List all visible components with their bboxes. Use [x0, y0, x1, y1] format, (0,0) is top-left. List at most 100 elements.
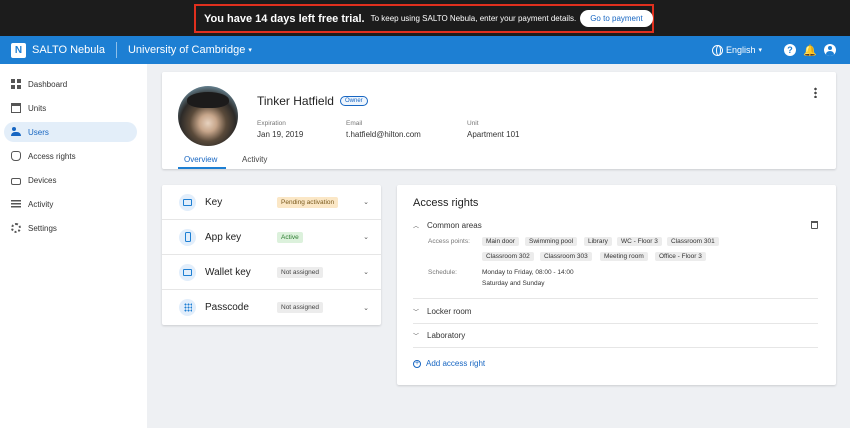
passcode-label: Passcode [205, 302, 249, 313]
access-point-chip: Swimming pool [525, 237, 578, 246]
wallet-icon [179, 263, 196, 281]
tab-overview[interactable]: Overview [184, 155, 217, 164]
key-row[interactable]: Key Pending activation ⌄ [162, 185, 381, 220]
section-laboratory[interactable]: ﹀ Laboratory [413, 331, 465, 340]
dashboard-icon [11, 79, 21, 89]
organization-selector[interactable]: University of Cambridge ▾ [128, 44, 252, 56]
plus-icon: + [413, 359, 421, 368]
device-icon [11, 177, 21, 185]
access-point-chip: Meeting room [600, 252, 648, 261]
brand-name: SALTO Nebula [32, 44, 105, 56]
expiration-value: Jan 19, 2019 [257, 130, 304, 139]
section-label: Common areas [427, 221, 482, 230]
active-tab-indicator [178, 167, 226, 169]
schedule-value: Monday to Friday, 08:00 - 14:00 [482, 269, 574, 276]
sidebar-item-units[interactable]: Units [4, 98, 137, 118]
add-access-right-button[interactable]: + Add access right [413, 359, 485, 368]
tab-activity[interactable]: Activity [242, 155, 267, 164]
status-badge: Not assigned [277, 266, 323, 278]
trash-icon[interactable] [811, 221, 818, 229]
access-point-chip: Main door [482, 237, 519, 246]
divider [413, 347, 818, 348]
trial-highlight-box: You have 14 days left free trial. To kee… [194, 4, 654, 33]
role-badge: Owner [340, 96, 368, 106]
trial-headline: You have 14 days left free trial. [204, 12, 365, 25]
email-value: t.hatfield@hilton.com [346, 130, 421, 139]
card-icon [179, 193, 196, 211]
access-rights-title: Access rights [413, 197, 479, 209]
sidebar-item-label: Access rights [28, 151, 76, 161]
sidebar-item-label: Users [28, 127, 49, 137]
avatar [178, 86, 238, 146]
status-badge: Active [277, 231, 303, 243]
key-label: Key [205, 196, 223, 208]
language-selector[interactable]: English ▾ [711, 44, 762, 56]
help-icon[interactable]: ? [784, 44, 796, 56]
sidebar-item-label: Dashboard [28, 79, 68, 89]
phone-icon [179, 228, 196, 246]
unit-label: Unit [467, 120, 479, 127]
users-icon [11, 127, 21, 137]
sidebar-item-activity[interactable]: Activity [4, 194, 137, 214]
keys-card: Key Pending activation ⌄ App key Active … [162, 185, 381, 325]
section-label: Locker room [427, 307, 472, 316]
status-badge: Not assigned [277, 302, 323, 313]
access-point-chip: WC - Floor 3 [617, 237, 662, 246]
list-icon [11, 199, 21, 209]
divider [413, 298, 818, 299]
unit-value: Apartment 101 [467, 130, 520, 139]
access-points-label: Access points: [428, 238, 470, 245]
schedule-label: Schedule: [428, 269, 457, 276]
chevron-down-icon[interactable]: ⌄ [363, 233, 369, 241]
building-icon [11, 103, 21, 113]
app-bar-divider [115, 42, 117, 58]
app-key-label: App key [205, 231, 242, 243]
trial-message: To keep using SALTO Nebula, enter your p… [370, 14, 577, 23]
bell-icon[interactable]: 🔔 [803, 44, 817, 57]
wallet-key-label: Wallet key [205, 266, 251, 278]
schedule-value: Saturday and Sunday [482, 280, 545, 287]
sidebar-item-devices[interactable]: Devices [4, 170, 137, 190]
section-locker-room[interactable]: ﹀ Locker room [413, 307, 471, 316]
chevron-down-icon[interactable]: ⌄ [363, 304, 369, 312]
sidebar-item-label: Settings [28, 223, 57, 233]
email-label: Email [346, 120, 363, 127]
chevron-down-icon[interactable]: ⌄ [363, 268, 369, 276]
access-point-chip: Classroom 303 [540, 252, 592, 261]
keypad-icon [179, 299, 196, 316]
sidebar-item-label: Devices [28, 175, 57, 185]
sidebar-item-access-rights[interactable]: Access rights [4, 146, 137, 166]
sidebar-item-settings[interactable]: Settings [4, 218, 137, 238]
chevron-up-icon: ︿ [413, 224, 420, 230]
access-point-chip: Classroom 302 [482, 252, 534, 261]
expiration-label: Expiration [257, 120, 286, 127]
status-badge: Pending activation [277, 196, 339, 208]
section-label: Laboratory [427, 331, 466, 340]
app-bar: N SALTO Nebula University of Cambridge ▾… [0, 36, 850, 64]
app-key-row[interactable]: App key Active ⌄ [162, 220, 381, 255]
passcode-row[interactable]: Passcode Not assigned ⌄ [162, 290, 381, 325]
section-common-areas[interactable]: ︿ Common areas [413, 221, 482, 230]
chevron-down-icon[interactable]: ⌄ [363, 198, 369, 206]
divider [413, 323, 818, 324]
account-icon[interactable] [824, 44, 836, 56]
chevron-down-icon: ﹀ [413, 334, 420, 340]
sidebar-item-users[interactable]: Users [4, 122, 137, 142]
go-to-payment-button[interactable]: Go to payment [580, 10, 653, 27]
access-point-chip: Office - Floor 3 [655, 252, 706, 261]
sidebar: Dashboard Units Users Access rights Devi… [0, 64, 147, 428]
chevron-down-icon: ▾ [758, 47, 762, 54]
organization-name: University of Cambridge [127, 44, 246, 56]
sidebar-item-label: Units [28, 103, 47, 113]
wallet-key-row[interactable]: Wallet key Not assigned ⌄ [162, 255, 381, 290]
sidebar-item-dashboard[interactable]: Dashboard [4, 74, 137, 94]
trial-banner: You have 14 days left free trial. To kee… [0, 0, 850, 36]
user-profile-card: Tinker Hatfield Owner Expiration Jan 19,… [162, 72, 836, 169]
logo-icon: N [11, 42, 26, 58]
more-options-icon[interactable] [814, 87, 817, 98]
globe-icon [711, 44, 723, 56]
hand-icon [11, 151, 21, 161]
sidebar-item-label: Activity [28, 199, 54, 209]
chevron-down-icon: ▾ [248, 47, 252, 54]
gear-icon [11, 223, 21, 233]
